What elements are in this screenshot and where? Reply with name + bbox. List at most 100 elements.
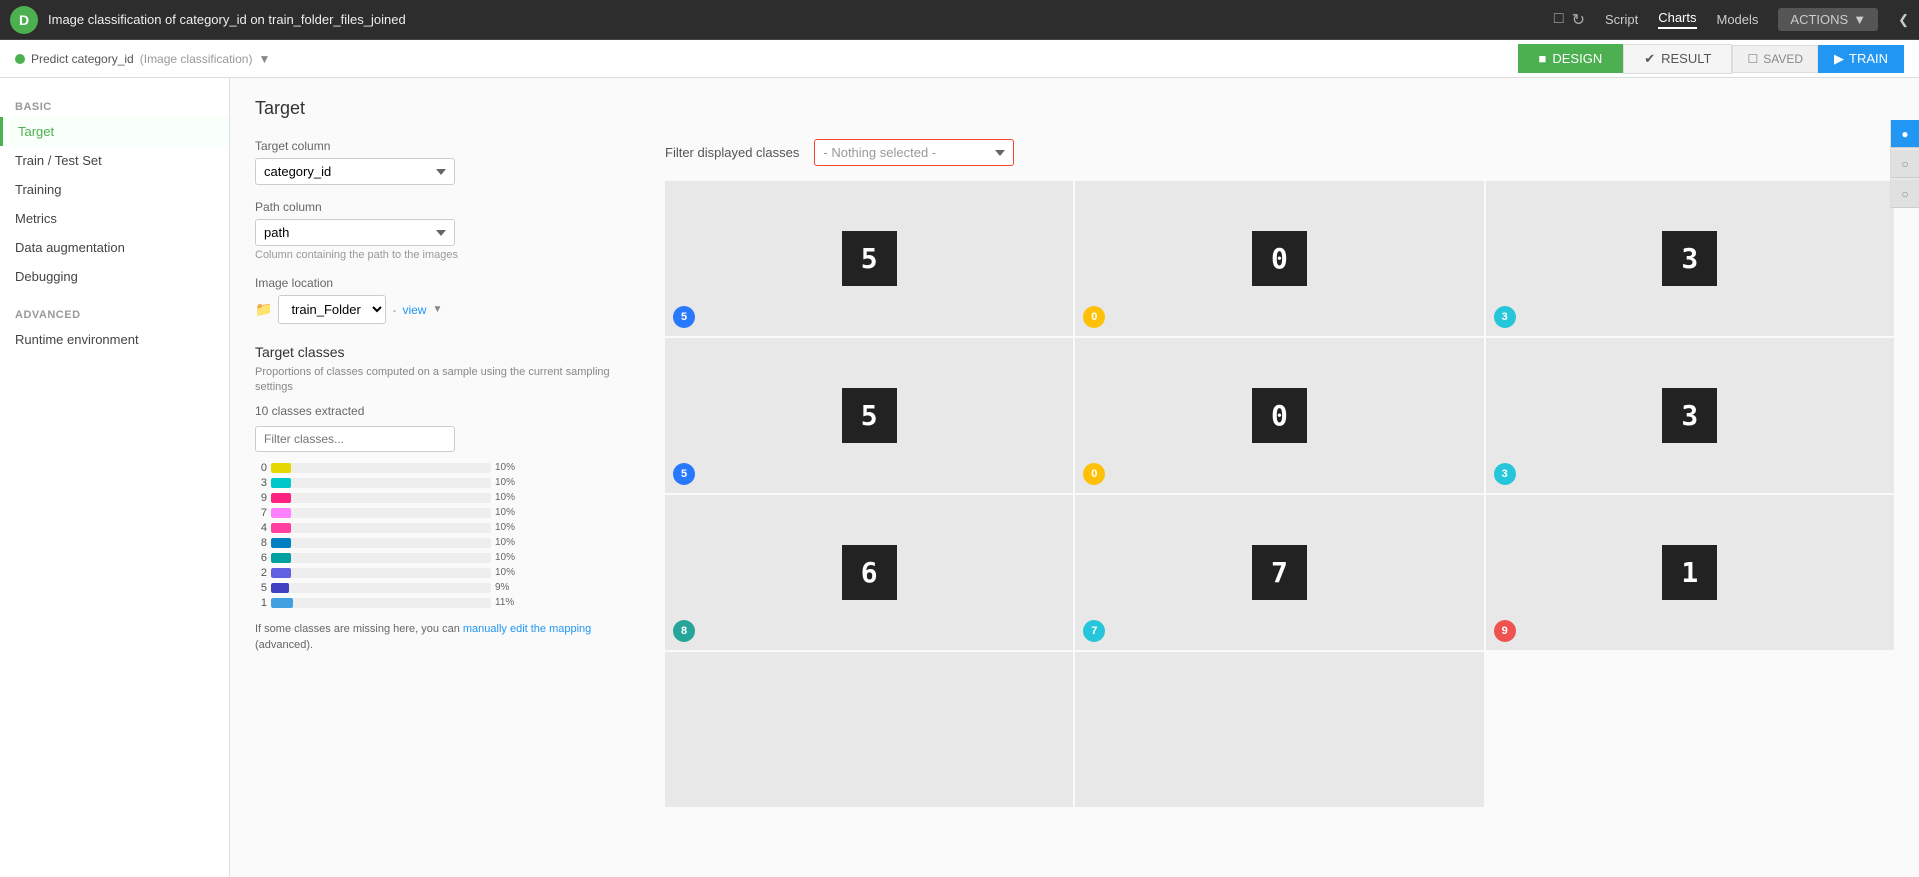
bar-fill	[271, 523, 291, 533]
filter-classes-input[interactable]	[255, 426, 455, 452]
bar-pct: 10%	[495, 522, 523, 533]
sidebar-item-target[interactable]: Target	[0, 117, 229, 146]
nav-charts[interactable]: Charts	[1658, 10, 1696, 29]
bar-pct: 10%	[495, 462, 523, 473]
class-badge: 0	[1083, 463, 1105, 485]
location-chevron-icon[interactable]: ▼	[432, 304, 442, 315]
bar-row: 610%	[255, 552, 635, 564]
refresh-icon[interactable]: ↻	[1572, 10, 1585, 30]
bar-chart: 010%310%910%710%410%810%610%210%59%111%	[255, 462, 635, 609]
image-cell: 68	[665, 495, 1073, 650]
nav-script[interactable]: Script	[1605, 12, 1638, 27]
nav-models[interactable]: Models	[1717, 12, 1759, 27]
image-digit: 6	[842, 545, 897, 600]
secondbar: Predict category_id (Image classificatio…	[0, 40, 1919, 78]
predict-chevron-icon[interactable]: ▼	[258, 52, 270, 66]
target-column-label: Target column	[255, 139, 635, 153]
saved-button[interactable]: ☐ SAVED	[1732, 45, 1818, 73]
sidebar-item-train-test-set[interactable]: Train / Test Set	[0, 146, 229, 175]
result-tab[interactable]: ✔ RESULT	[1623, 44, 1732, 74]
image-cell: 77	[1075, 495, 1483, 650]
bar-pct: 11%	[495, 597, 523, 608]
filter-classes-select[interactable]: - Nothing selected -	[814, 139, 1014, 166]
train-button[interactable]: ▶ TRAIN	[1818, 45, 1904, 73]
bar-label: 9	[255, 492, 267, 504]
bar-track	[271, 538, 491, 548]
image-cell: 19	[1486, 495, 1894, 650]
class-badge: 5	[673, 463, 695, 485]
copy-icon[interactable]: □	[1554, 10, 1564, 30]
sidebar-item-metrics[interactable]: Metrics	[0, 204, 229, 233]
bar-row: 910%	[255, 492, 635, 504]
image-cell: 55	[665, 181, 1073, 336]
bar-fill	[271, 583, 289, 593]
train-play-icon: ▶	[1834, 51, 1844, 67]
sidebar-item-data-augmentation[interactable]: Data augmentation	[0, 233, 229, 262]
bar-fill	[271, 478, 291, 488]
class-badge: 8	[673, 620, 695, 642]
bar-track	[271, 463, 491, 473]
path-column-select[interactable]: path	[255, 219, 455, 246]
class-badge: 3	[1494, 306, 1516, 328]
title-icons: □ ↻	[1554, 10, 1585, 30]
sidebar-item-runtime-environment[interactable]: Runtime environment	[0, 325, 229, 354]
bar-fill	[271, 508, 291, 518]
bar-row: 410%	[255, 522, 635, 534]
manually-edit-link[interactable]: manually edit the mapping	[463, 623, 591, 635]
image-digit: 3	[1662, 231, 1717, 286]
path-column-hint: Column containing the path to the images	[255, 249, 635, 261]
bar-pct: 10%	[495, 567, 523, 578]
image-cell: 33	[1486, 181, 1894, 336]
actions-button[interactable]: ACTIONS ▼	[1778, 8, 1878, 31]
class-badge: 3	[1494, 463, 1516, 485]
image-digit: 7	[1252, 545, 1307, 600]
target-column-select[interactable]: category_id	[255, 158, 455, 185]
bar-fill	[271, 598, 293, 608]
result-icon: ✔	[1644, 51, 1655, 67]
advanced-section-label: ADVANCED	[0, 301, 229, 325]
image-grid: 550033550033687719	[665, 181, 1894, 807]
tab-group: ■ DESIGN ✔ RESULT ☐ SAVED ▶ TRAIN	[1518, 44, 1905, 74]
bar-fill	[271, 493, 291, 503]
right-icon-1[interactable]: ●	[1891, 120, 1919, 148]
bar-label: 3	[255, 477, 267, 489]
classes-count: 10 classes extracted	[255, 404, 635, 418]
left-column: Target column category_id Path column pa…	[255, 139, 635, 807]
image-location-row: 📁 train_Folder - view ▼	[255, 295, 635, 324]
view-link[interactable]: view	[402, 303, 426, 317]
image-digit: 0	[1252, 388, 1307, 443]
page-title: Image classification of category_id on t…	[48, 12, 1554, 27]
sidebar-item-debugging[interactable]: Debugging	[0, 262, 229, 291]
bar-row: 1 11%	[255, 597, 635, 609]
path-column-label: Path column	[255, 200, 635, 214]
predict-label: Predict category_id (Image classificatio…	[15, 52, 270, 66]
image-digit: 5	[842, 388, 897, 443]
design-tab[interactable]: ■ DESIGN	[1518, 44, 1624, 73]
app-logo: D	[10, 6, 38, 34]
sidebar-collapse-icon[interactable]: ❮	[1898, 12, 1909, 28]
bar-track	[271, 568, 491, 578]
bar-pct: 10%	[495, 552, 523, 563]
image-digit: 1	[1662, 545, 1717, 600]
image-digit: 5	[842, 231, 897, 286]
bar-row: 210%	[255, 567, 635, 579]
bar-track	[271, 493, 491, 503]
classes-title: Target classes	[255, 344, 635, 360]
image-cell: 00	[1075, 181, 1483, 336]
bar-track	[271, 523, 491, 533]
right-icon-2[interactable]: ○	[1891, 150, 1919, 178]
image-location-select[interactable]: train_Folder	[278, 295, 386, 324]
bar-pct: 10%	[495, 537, 523, 548]
image-location-group: Image location 📁 train_Folder - view ▼	[255, 276, 635, 324]
bar-label: 7	[255, 507, 267, 519]
bar-track	[271, 553, 491, 563]
bar-track	[271, 598, 491, 608]
right-icon-3[interactable]: ○	[1891, 180, 1919, 208]
folder-icon: 📁	[255, 301, 272, 318]
target-panel-title: Target	[255, 98, 1894, 119]
bar-label: 1	[255, 597, 267, 609]
bar-track	[271, 478, 491, 488]
sidebar-item-training[interactable]: Training	[0, 175, 229, 204]
classes-subtitle: Proportions of classes computed on a sam…	[255, 365, 635, 396]
bar-row: 310%	[255, 477, 635, 489]
